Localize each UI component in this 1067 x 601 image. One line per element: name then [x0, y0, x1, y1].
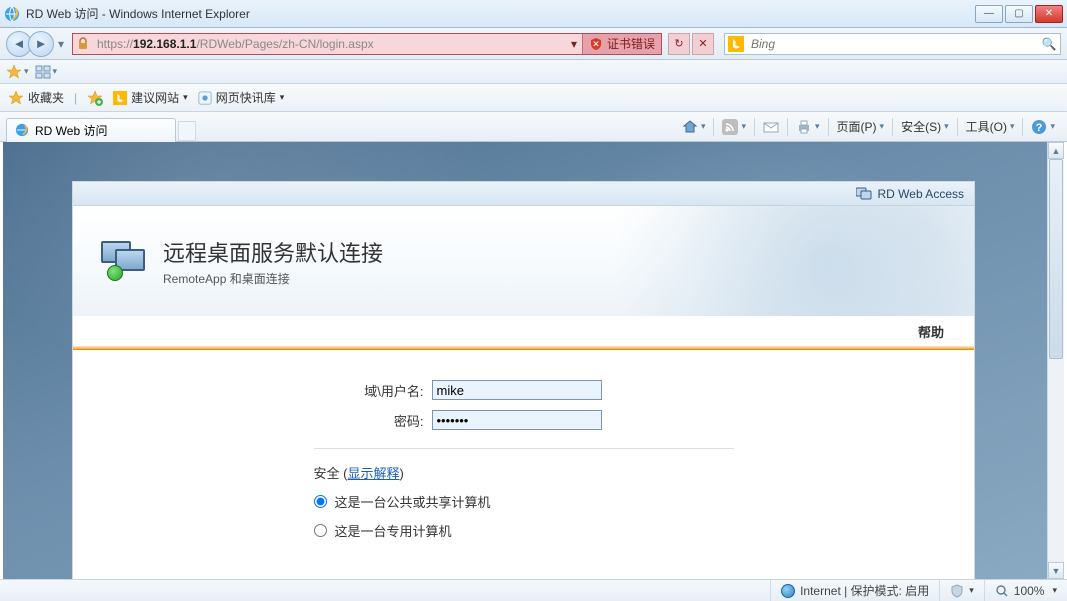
- search-button[interactable]: 🔍: [1038, 37, 1060, 51]
- scroll-up-button[interactable]: ▲: [1048, 142, 1064, 159]
- bing-icon: [725, 36, 747, 52]
- feeds-button[interactable]: ▾: [716, 115, 752, 139]
- window-title: RD Web 访问 - Windows Internet Explorer: [26, 5, 975, 22]
- password-input[interactable]: [432, 410, 602, 430]
- lock-icon: [73, 37, 93, 51]
- favorites-item-webslice[interactable]: 网页快讯库 ▾: [198, 89, 285, 106]
- search-box[interactable]: 🔍: [724, 33, 1061, 55]
- nav-history-dropdown[interactable]: ▾: [54, 37, 68, 51]
- address-bar[interactable]: https://192.168.1.1/RDWeb/Pages/zh-CN/lo…: [72, 33, 662, 55]
- tab-rdweb[interactable]: RD Web 访问: [6, 118, 176, 142]
- address-dropdown[interactable]: ▾: [566, 37, 582, 51]
- stop-button[interactable]: ✕: [692, 33, 714, 55]
- security-public-label: 这是一台公共或共享计算机: [335, 492, 491, 511]
- globe-icon: [781, 584, 795, 598]
- username-label: 域\用户名:: [314, 381, 424, 400]
- window-titlebar: RD Web 访问 - Windows Internet Explorer — …: [0, 0, 1067, 28]
- security-public-radio[interactable]: [314, 495, 327, 508]
- certificate-error-text: 证书错误: [607, 35, 655, 52]
- favorites-item-suggested[interactable]: 建议网站 ▾: [113, 89, 188, 106]
- print-button[interactable]: ▾: [790, 115, 826, 139]
- login-form: 域\用户名: 密码: 安全 (显示解释) 这是一台公共或共享计算机: [73, 350, 974, 540]
- security-row: 安全 (显示解释): [314, 463, 734, 482]
- close-button[interactable]: ✕: [1035, 5, 1063, 23]
- forward-button[interactable]: ►: [28, 31, 54, 57]
- security-zone-text: Internet | 保护模式: 启用: [800, 582, 929, 599]
- help-link[interactable]: 帮助: [918, 322, 944, 341]
- home-button[interactable]: ▾: [676, 115, 712, 139]
- minimize-button[interactable]: —: [975, 5, 1003, 23]
- address-text[interactable]: https://192.168.1.1/RDWeb/Pages/zh-CN/lo…: [93, 37, 566, 51]
- quick-tabs-dropdown[interactable]: ▾: [35, 64, 58, 80]
- protected-mode-button[interactable]: ▾: [939, 580, 984, 601]
- maximize-button[interactable]: ▢: [1005, 5, 1033, 23]
- ie-icon: [4, 6, 20, 22]
- rdweb-title: 远程桌面服务默认连接: [163, 236, 383, 268]
- tab-title: RD Web 访问: [35, 122, 107, 139]
- security-private-radio[interactable]: [314, 524, 327, 537]
- show-explain-link[interactable]: 显示解释: [347, 466, 399, 481]
- page-menu[interactable]: 页面(P) ▾: [831, 115, 891, 139]
- zoom-value: 100%: [1014, 584, 1045, 598]
- command-bar: RD Web 访问 ▾ ▾ ▾ 页面(P) ▾ 安全(S) ▾ 工具(O) ▾ …: [0, 112, 1067, 142]
- search-input[interactable]: [747, 34, 1038, 54]
- status-bar: Internet | 保护模式: 启用 ▾ 100% ▾: [0, 579, 1067, 601]
- favorites-bar: 收藏夹 | 建议网站 ▾ 网页快讯库 ▾: [0, 84, 1067, 112]
- scroll-thumb[interactable]: [1049, 159, 1063, 359]
- ie-icon: [15, 123, 29, 137]
- rdweb-brand: RD Web Access: [878, 187, 964, 201]
- password-label: 密码:: [314, 411, 424, 430]
- favorites-star-dropdown[interactable]: ▾: [6, 64, 29, 80]
- form-divider: [314, 448, 734, 449]
- rdweb-icon: [856, 186, 872, 202]
- help-button[interactable]: ?▾: [1025, 115, 1061, 139]
- security-zone[interactable]: Internet | 保护模式: 启用: [770, 580, 939, 601]
- favorites-label[interactable]: 收藏夹: [8, 89, 64, 106]
- remote-desktop-icon: [101, 241, 149, 281]
- rdweb-panel: RD Web Access 远程桌面服务默认连接 RemoteApp 和桌面连接…: [73, 182, 974, 579]
- safety-menu[interactable]: 安全(S) ▾: [895, 115, 955, 139]
- svg-text:✕: ✕: [592, 39, 600, 49]
- username-input[interactable]: [432, 380, 602, 400]
- mini-toolbar: ▾ ▾: [0, 60, 1067, 84]
- security-private-label: 这是一台专用计算机: [335, 521, 452, 540]
- scroll-down-button[interactable]: ▼: [1048, 562, 1064, 579]
- zoom-control[interactable]: 100% ▾: [984, 580, 1067, 601]
- navigation-bar: ◄ ► ▾ https://192.168.1.1/RDWeb/Pages/zh…: [0, 28, 1067, 60]
- new-tab-button[interactable]: [178, 121, 196, 141]
- tools-menu[interactable]: 工具(O) ▾: [960, 115, 1021, 139]
- certificate-error-badge[interactable]: ✕ 证书错误: [582, 34, 661, 54]
- rdweb-banner: 远程桌面服务默认连接 RemoteApp 和桌面连接: [73, 206, 974, 316]
- refresh-button[interactable]: ↻: [668, 33, 690, 55]
- security-label: 安全: [314, 466, 340, 481]
- vertical-scrollbar[interactable]: ▲ ▼: [1047, 142, 1064, 579]
- zoom-icon: [995, 584, 1009, 598]
- rdweb-header: RD Web Access: [73, 182, 974, 206]
- content-viewport: RD Web Access 远程桌面服务默认连接 RemoteApp 和桌面连接…: [3, 142, 1064, 579]
- rdweb-subtitle: RemoteApp 和桌面连接: [163, 270, 383, 287]
- shield-icon: ✕: [589, 37, 603, 51]
- read-mail-button[interactable]: [757, 115, 785, 139]
- add-to-favorites-button[interactable]: [87, 90, 103, 106]
- svg-text:?: ?: [1036, 122, 1043, 134]
